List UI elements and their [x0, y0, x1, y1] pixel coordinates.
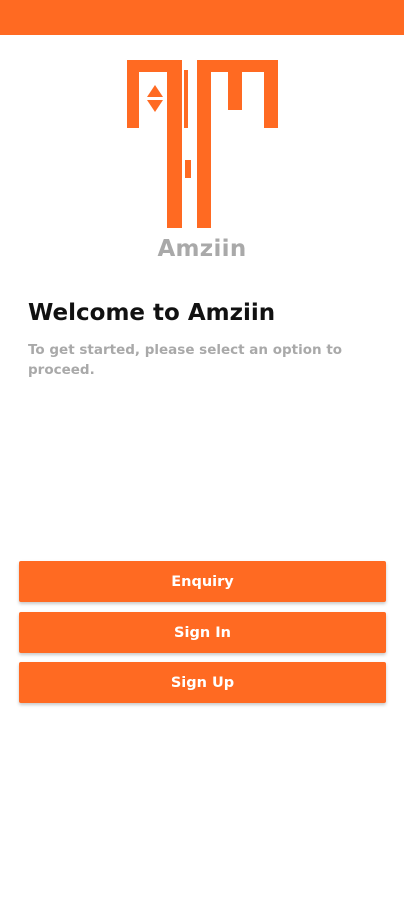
sign-in-button[interactable]: Sign In — [19, 612, 386, 653]
welcome-subtitle: To get started, please select an option … — [28, 342, 343, 378]
amziin-logo-icon — [127, 60, 278, 228]
sign-up-button[interactable]: Sign Up — [19, 662, 386, 703]
welcome-title: Welcome to Amziin — [28, 300, 276, 326]
brand-name: Amziin — [157, 236, 247, 262]
status-bar — [0, 0, 404, 35]
enquiry-button[interactable]: Enquiry — [19, 561, 386, 602]
